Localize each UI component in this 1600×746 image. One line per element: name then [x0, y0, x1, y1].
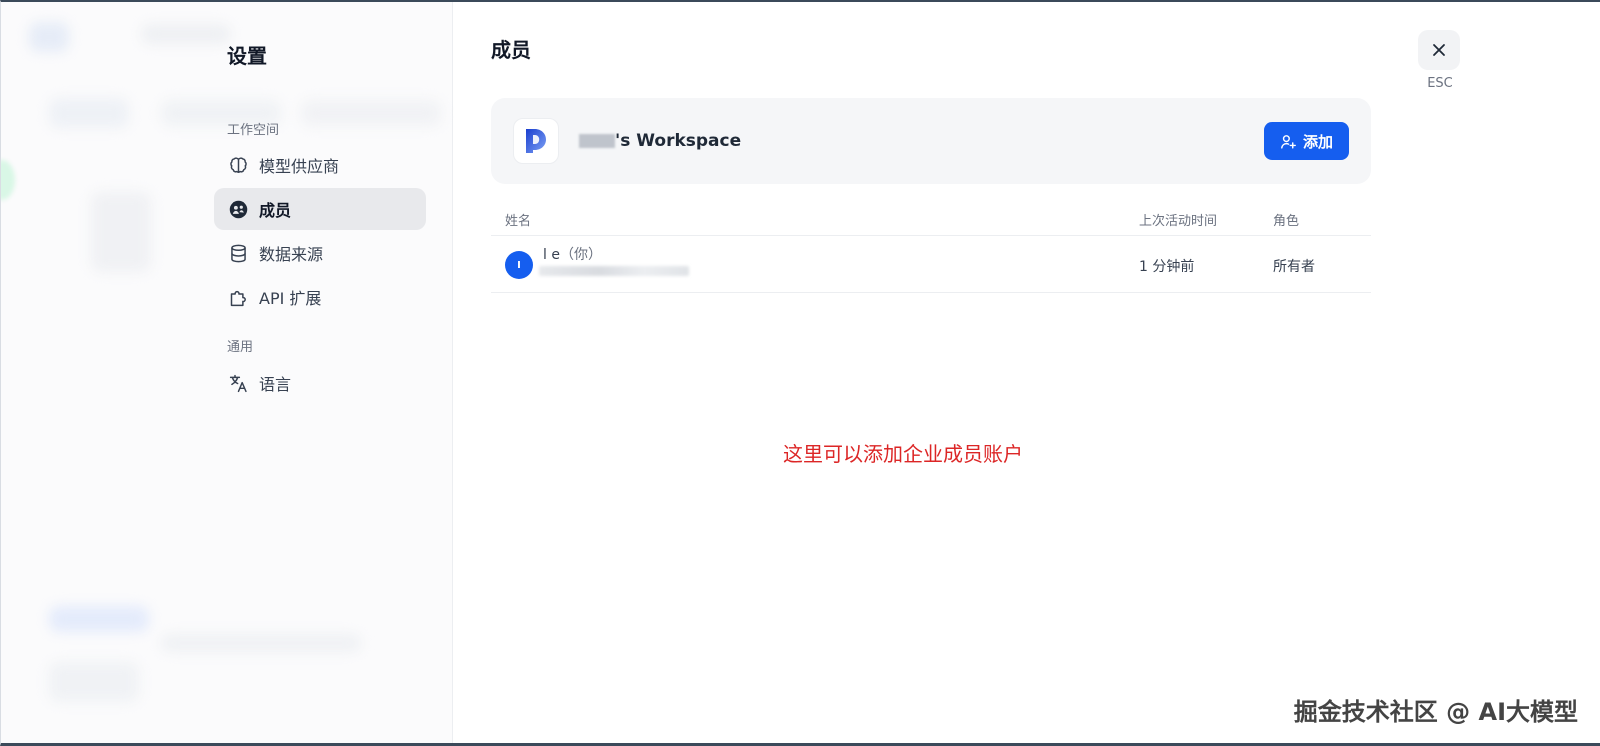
workspace-card: 's Workspace 添加 — [491, 98, 1371, 184]
sidebar-item-model-provider[interactable]: 模型供应商 — [214, 144, 426, 186]
close-button[interactable] — [1418, 30, 1460, 70]
close-control: ESC — [1418, 30, 1462, 91]
sidebar-item-label: 语言 — [259, 375, 292, 394]
member-role: 所有者 — [1273, 259, 1315, 275]
workspace-logo-icon — [513, 118, 559, 164]
sidebar-item-language[interactable]: 语言 — [214, 362, 426, 404]
column-header-name: 姓名 — [505, 214, 532, 229]
settings-title: 设置 — [227, 44, 267, 68]
user-plus-icon — [1281, 134, 1296, 149]
member-email-redacted — [539, 266, 689, 276]
members-icon — [227, 198, 249, 220]
database-icon — [227, 242, 249, 264]
member-last-active: 1 分钟前 — [1139, 259, 1195, 275]
puzzle-icon — [227, 286, 249, 308]
section-label-workspace: 工作空间 — [227, 123, 280, 138]
settings-modal: 设置 工作空间 模型供应商 成员 数据来源 API 扩展 通用 语言 成员 's… — [0, 0, 1600, 746]
workspace-name: 's Workspace — [579, 131, 741, 151]
table-row: I l e（你） 1 分钟前 所有者 — [491, 236, 1371, 293]
sidebar-item-label: 数据来源 — [259, 245, 324, 264]
sidebar-item-members[interactable]: 成员 — [214, 188, 426, 230]
brain-icon — [227, 154, 249, 176]
watermark-text: 掘金技术社区 @ AI大模型 — [1293, 698, 1578, 726]
column-header-role: 角色 — [1273, 214, 1300, 229]
sidebar-item-label: 模型供应商 — [259, 157, 340, 176]
avatar: I — [505, 251, 533, 279]
redacted-text — [579, 134, 615, 148]
you-tag: （你） — [559, 247, 602, 263]
section-label-general: 通用 — [227, 340, 254, 355]
sidebar-item-api-extension[interactable]: API 扩展 — [214, 276, 426, 318]
members-panel: 成员 's Workspace 添加 姓名 上次活动时间 角色 I l e（你）… — [491, 2, 1371, 743]
sidebar-item-label: API 扩展 — [259, 289, 322, 308]
translate-icon — [227, 372, 249, 394]
sidebar-item-label: 成员 — [259, 201, 292, 220]
annotation-text: 这里可以添加企业成员账户 — [783, 442, 1023, 466]
page-title: 成员 — [491, 38, 531, 62]
member-name: l e（你） — [543, 247, 602, 263]
close-icon — [1433, 44, 1445, 56]
add-member-button[interactable]: 添加 — [1263, 122, 1349, 160]
esc-label: ESC — [1427, 76, 1453, 91]
sidebar-item-data-source[interactable]: 数据来源 — [214, 232, 426, 274]
column-header-last-active: 上次活动时间 — [1139, 214, 1218, 229]
members-table-header: 姓名 上次活动时间 角色 — [491, 198, 1371, 236]
